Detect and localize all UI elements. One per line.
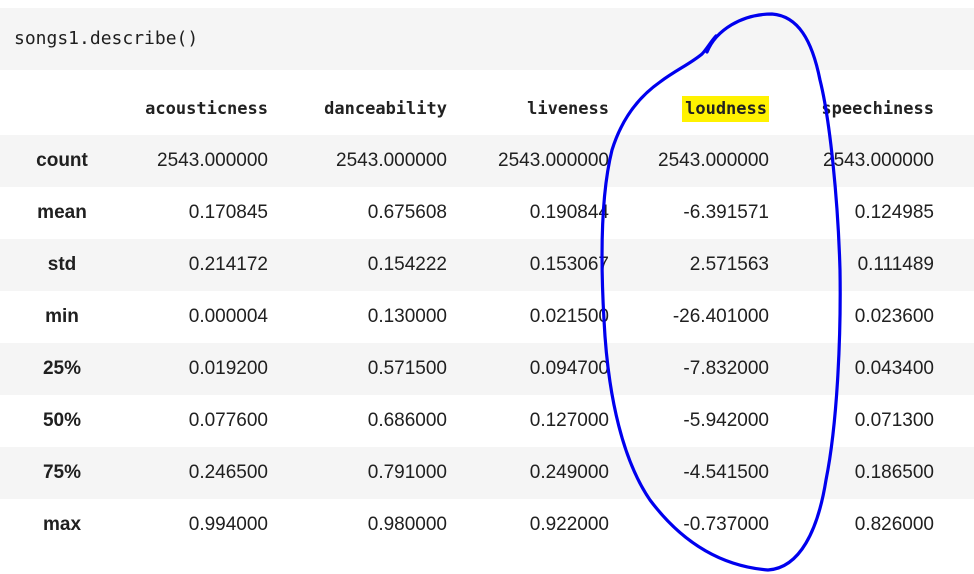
table-cell: 0.826000 — [854, 514, 934, 535]
table-row: min 0.000004 0.130000 0.021500 -26.401000 0.0… — [0, 291, 974, 343]
table-cell: 0.675608 — [367, 202, 447, 223]
column-header-danceability: danceability — [324, 83, 447, 135]
table-cell: 0.154222 — [367, 254, 447, 275]
table-cell: 2543.000000 — [498, 150, 609, 171]
table-cell: 0.190844 — [529, 202, 609, 223]
column-header-label: danceability — [324, 99, 447, 119]
table-cell: 0.130000 — [367, 306, 447, 327]
column-header-label: liveness — [527, 99, 609, 119]
table-cell: 0.111489 — [857, 254, 934, 275]
column-header-label: loudness — [682, 96, 769, 122]
table-cell: 2.571563 — [689, 254, 769, 275]
table-cell: 0.994000 — [188, 514, 268, 535]
table-row: mean 0.170845 0.675608 0.190844 -6.391571 0.1… — [0, 187, 974, 239]
row-label-max: max — [42, 514, 82, 535]
table-cell: 0.094700 — [529, 358, 609, 379]
column-header-loudness: loudness — [682, 83, 769, 135]
table-cell: -4.541500 — [683, 462, 769, 483]
table-cell: 0.791000 — [367, 462, 447, 483]
code-cell[interactable]: songs1.describe() — [0, 8, 974, 70]
table-cell: 0.000004 — [188, 306, 268, 327]
table-cell: 0.686000 — [367, 410, 447, 431]
table-cell: -5.942000 — [683, 410, 769, 431]
table-header-row: acousticness danceability liveness loudness… — [0, 83, 974, 135]
table-cell: 0.077600 — [188, 410, 268, 431]
table-row: 50% 0.077600 0.686000 0.127000 -5.942000 0.07… — [0, 395, 974, 447]
table-cell: 0.170845 — [188, 202, 268, 223]
table-row: std 0.214172 0.154222 0.153067 2.571563 0.111… — [0, 239, 974, 291]
table-cell: 2543.000000 — [823, 150, 934, 171]
table-cell: 0.019200 — [188, 358, 268, 379]
table-row: 75% 0.246500 0.791000 0.249000 -4.541500 0.18… — [0, 447, 974, 499]
column-header-label: speechiness — [821, 99, 934, 119]
column-header-label: acousticness — [145, 99, 268, 119]
table-cell: 0.249000 — [529, 462, 609, 483]
row-label-50%: 50% — [42, 410, 82, 431]
table-cell: 2543.000000 — [658, 150, 769, 171]
table-cell: 0.043400 — [854, 358, 934, 379]
table-cell: 2543.000000 — [157, 150, 268, 171]
table-cell: 0.922000 — [529, 514, 609, 535]
row-label-count: count — [36, 150, 88, 171]
table-cell: 0.980000 — [367, 514, 447, 535]
table-cell: 0.021500 — [529, 306, 609, 327]
table-row: count 2543.000000 2543.000000 2543.000000 25… — [0, 135, 974, 187]
table-cell: -6.391571 — [683, 202, 769, 223]
table-cell: 0.153067 — [529, 254, 609, 275]
table-row: max 0.994000 0.980000 0.922000 -0.737000 0.82… — [0, 499, 974, 551]
column-header-liveness: liveness — [527, 83, 609, 135]
row-label-25%: 25% — [42, 358, 82, 379]
table-cell: 0.023600 — [854, 306, 934, 327]
table-row: 25% 0.019200 0.571500 0.094700 -7.832000 0.04… — [0, 343, 974, 395]
row-label-std: std — [47, 254, 77, 275]
row-label-mean: mean — [37, 202, 87, 223]
table-cell: 0.127000 — [529, 410, 609, 431]
table-cell: -7.832000 — [683, 358, 769, 379]
table-cell: -26.401000 — [672, 306, 769, 327]
table-cell: 0.571500 — [367, 358, 447, 379]
table-cell: 0.124985 — [854, 202, 934, 223]
table-cell: 0.071300 — [854, 410, 934, 431]
table-cell: 0.246500 — [188, 462, 268, 483]
table-cell: 0.186500 — [854, 462, 934, 483]
table-cell: 0.214172 — [188, 254, 268, 275]
table-cell: 2543.000000 — [336, 150, 447, 171]
column-header-acousticness: acousticness — [145, 83, 268, 135]
table-cell: -0.737000 — [683, 514, 769, 535]
column-header-speechiness: speechiness — [821, 83, 934, 135]
row-label-75%: 75% — [42, 462, 82, 483]
code-text: songs1.describe() — [14, 28, 199, 49]
row-label-min: min — [45, 306, 79, 327]
